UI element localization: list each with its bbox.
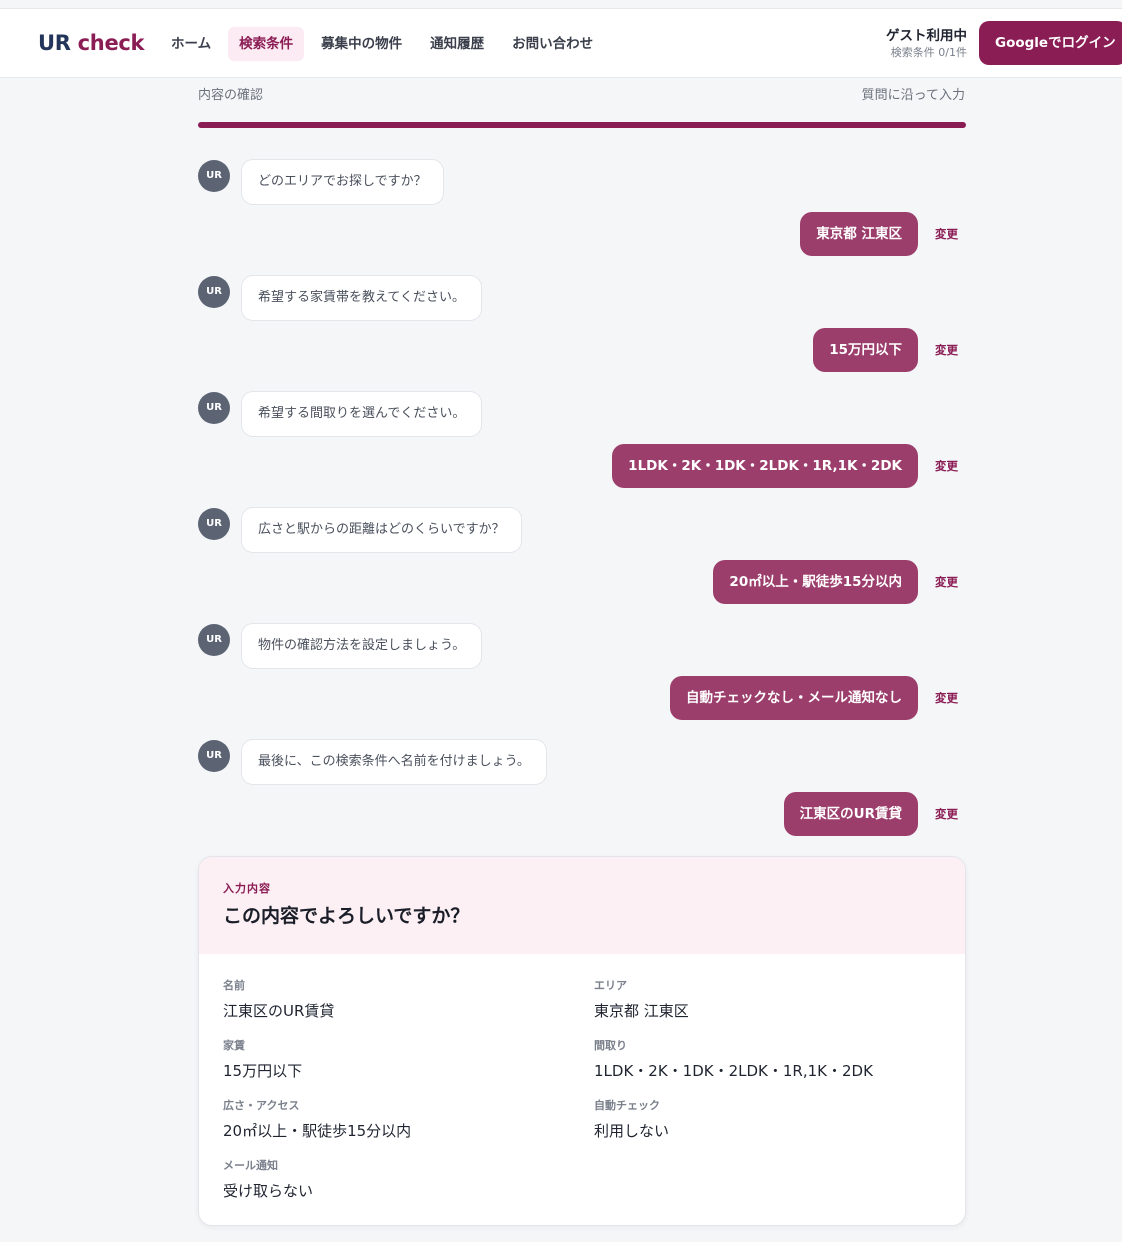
- assistant-avatar: UR: [198, 276, 230, 308]
- chat-turn-size-access: UR 広さと駅からの距離はどのくらいですか？ 20㎡以上・駅徒歩15分以内 変更: [198, 506, 966, 622]
- field-value: 利用しない: [594, 1122, 670, 1140]
- field-label: エリア: [594, 979, 627, 992]
- chat-turn-check-method: UR 物件の確認方法を設定しましょう。 自動チェックなし・メール通知なし 変更: [198, 622, 966, 738]
- field-value: 江東区のUR賃貸: [223, 1002, 335, 1020]
- nav-item-search-conditions[interactable]: 検索条件: [228, 27, 305, 61]
- field-layout: 間取り 1LDK・2K・1DK・2LDK・1R,1K・2DK: [594, 1038, 873, 1082]
- confirmation-fields: 名前 江東区のUR賃貸 エリア 東京都 江東区 家賃 15万円以下 間取り 1L…: [199, 954, 965, 1225]
- answer-bubble: 江東区のUR賃貸: [783, 792, 918, 836]
- confirmation-eyebrow: 入力内容: [223, 882, 271, 895]
- field-value: 受け取らない: [223, 1182, 314, 1200]
- chat-turn-area: UR どのエリアでお探しですか？ 東京都 江東区 変更: [198, 158, 966, 274]
- answer-bubble: 15万円以下: [813, 328, 918, 372]
- change-answer-link[interactable]: 変更: [935, 458, 958, 474]
- field-value: 1LDK・2K・1DK・2LDK・1R,1K・2DK: [594, 1062, 873, 1080]
- step-mode-label: 質問に沿って入力: [861, 88, 965, 103]
- nav-item-notification-history[interactable]: 通知履歴: [419, 27, 495, 61]
- chat-turn-name: UR 最後に、この検索条件へ名前を付けましょう。 江東区のUR賃貸 変更: [198, 738, 966, 854]
- field-label: 間取り: [594, 1039, 627, 1052]
- nav-item-home[interactable]: ホーム: [160, 27, 222, 61]
- chat-turn-layout: UR 希望する間取りを選んでください。 1LDK・2K・1DK・2LDK・1R,…: [198, 390, 966, 506]
- confirmation-card-header: 入力内容 この内容でよろしいですか？: [199, 857, 965, 954]
- field-label: 広さ・アクセス: [223, 1099, 300, 1112]
- guest-status-label: ゲスト利用中: [886, 28, 967, 44]
- app-logo[interactable]: UR check: [38, 31, 145, 55]
- field-value: 東京都 江東区: [594, 1002, 689, 1020]
- question-bubble: 希望する家賃帯を教えてください。: [241, 275, 482, 321]
- assistant-avatar: UR: [198, 740, 230, 772]
- question-bubble: 広さと駅からの距離はどのくらいですか？: [241, 507, 522, 553]
- top-navbar: UR check ホーム 検索条件 募集中の物件 通知履歴 お問い合わせ ゲスト…: [0, 8, 1122, 78]
- confirmation-card: 入力内容 この内容でよろしいですか？ 名前 江東区のUR賃貸 エリア 東京都 江…: [198, 856, 966, 1226]
- answer-bubble: 東京都 江東区: [800, 212, 918, 256]
- field-label: 自動チェック: [594, 1099, 660, 1112]
- logo-text-check: check: [77, 31, 145, 55]
- field-label: 名前: [223, 979, 245, 992]
- field-size-access: 広さ・アクセス 20㎡以上・駅徒歩15分以内: [223, 1098, 411, 1142]
- field-name: 名前 江東区のUR賃貸: [223, 978, 334, 1022]
- change-answer-link[interactable]: 変更: [935, 342, 958, 358]
- google-login-button[interactable]: Googleでログイン: [979, 21, 1122, 65]
- confirmation-title: この内容でよろしいですか？: [223, 905, 470, 927]
- field-rent: 家賃 15万円以下: [223, 1038, 302, 1082]
- answer-bubble: 1LDK・2K・1DK・2LDK・1R,1K・2DK: [612, 444, 918, 488]
- assistant-avatar: UR: [198, 624, 230, 656]
- field-area: エリア 東京都 江東区: [594, 978, 689, 1022]
- change-answer-link[interactable]: 変更: [935, 574, 958, 590]
- change-answer-link[interactable]: 変更: [935, 226, 958, 242]
- assistant-avatar: UR: [198, 160, 230, 192]
- answer-bubble: 自動チェックなし・メール通知なし: [670, 676, 918, 720]
- change-answer-link[interactable]: 変更: [935, 806, 958, 822]
- field-label: メール通知: [223, 1159, 278, 1172]
- field-auto-check: 自動チェック 利用しない: [594, 1098, 669, 1142]
- field-value: 20㎡以上・駅徒歩15分以内: [223, 1122, 412, 1140]
- answer-bubble: 20㎡以上・駅徒歩15分以内: [713, 560, 918, 604]
- main-nav: ホーム 検索条件 募集中の物件 通知履歴 お問い合わせ: [160, 27, 610, 61]
- search-quota: 検索条件 0/1件: [890, 46, 967, 59]
- nav-item-contact[interactable]: お問い合わせ: [501, 27, 604, 61]
- top-strip: [0, 0, 1122, 8]
- field-label: 家賃: [223, 1039, 245, 1052]
- field-value: 15万円以下: [223, 1062, 303, 1080]
- chat-turn-rent: UR 希望する家賃帯を教えてください。 15万円以下 変更: [198, 274, 966, 390]
- nav-item-listings[interactable]: 募集中の物件: [310, 27, 413, 61]
- assistant-avatar: UR: [198, 392, 230, 424]
- question-bubble: 最後に、この検索条件へ名前を付けましょう。: [241, 739, 547, 785]
- current-step-label: 内容の確認: [198, 88, 264, 103]
- progress-bar: [198, 122, 966, 128]
- field-mail-notice: メール通知 受け取らない: [223, 1158, 313, 1202]
- assistant-avatar: UR: [198, 508, 230, 540]
- question-bubble: 物件の確認方法を設定しましょう。: [241, 623, 483, 669]
- question-bubble: 希望する間取りを選んでください。: [241, 391, 483, 437]
- progress-bar-fill: [198, 122, 966, 128]
- question-bubble: どのエリアでお探しですか？: [241, 159, 444, 205]
- guest-status: ゲスト利用中 検索条件 0/1件: [886, 27, 967, 61]
- change-answer-link[interactable]: 変更: [935, 690, 958, 706]
- chat-thread: UR どのエリアでお探しですか？ 東京都 江東区 変更 UR 希望する家賃帯を教…: [198, 158, 966, 854]
- logo-text-ur: UR: [38, 31, 71, 55]
